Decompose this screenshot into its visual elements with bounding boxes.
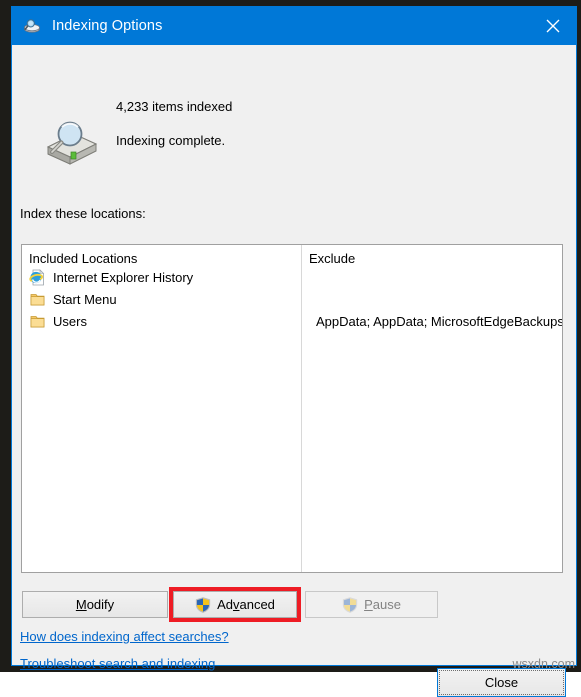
list-item[interactable]: Internet Explorer History (22, 266, 301, 288)
close-button-label: Close (439, 670, 564, 695)
pause-accel-key: P (364, 597, 373, 612)
exclude-cell-empty (302, 266, 562, 288)
uac-shield-icon (342, 596, 358, 613)
close-icon[interactable] (530, 7, 576, 45)
list-item[interactable]: Users (22, 310, 301, 332)
advanced-label-before: Ad (217, 597, 233, 612)
exclude-cell-empty (302, 288, 562, 310)
exclude-column: Exclude AppData; AppData; MicrosoftEdgeB… (302, 245, 562, 572)
dialog-body: 4,233 items indexed Indexing complete. I… (12, 45, 576, 697)
list-item-label: Start Menu (53, 291, 117, 307)
watermark: wsxdn.com (512, 657, 575, 671)
status-section: 4,233 items indexed Indexing complete. (12, 45, 576, 165)
advanced-button[interactable]: Ad v anced (173, 591, 297, 618)
list-item[interactable]: Start Menu (22, 288, 301, 310)
list-item-label: Users (53, 313, 87, 329)
pause-button-label: Pause (342, 596, 401, 613)
column-header-included: Included Locations (29, 251, 138, 266)
advanced-button-label: Ad v anced (195, 596, 275, 613)
modify-button[interactable]: Modify (22, 591, 168, 618)
items-indexed-text: 4,233 items indexed (116, 99, 233, 114)
folder-icon (29, 313, 46, 330)
list-item-label: Internet Explorer History (53, 269, 194, 285)
modify-button-label: Modify (76, 597, 114, 612)
column-header-exclude: Exclude (309, 251, 356, 266)
uac-shield-icon (195, 596, 211, 613)
title-bar: Indexing Options (12, 7, 576, 45)
how-does-indexing-affect-searches-link[interactable]: How does indexing affect searches? (20, 629, 229, 644)
pause-label-after: ause (372, 597, 401, 612)
indexing-state-text: Indexing complete. (116, 133, 226, 148)
exclude-value: AppData; AppData; MicrosoftEdgeBackups (316, 313, 563, 329)
modify-label-after: odify (86, 597, 115, 612)
window-title: Indexing Options (52, 18, 163, 34)
hard-drive-search-icon (40, 117, 102, 169)
internet-explorer-icon (29, 268, 46, 286)
close-button[interactable]: Close (437, 668, 566, 697)
locations-listbox[interactable]: Included Locations Internet Explorer His… (21, 244, 563, 573)
pause-button: Pause (305, 591, 438, 618)
modify-accel-key: M (75, 597, 87, 612)
exclude-cell: AppData; AppData; MicrosoftEdgeBackups (302, 310, 562, 332)
troubleshoot-search-and-indexing-link[interactable]: Troubleshoot search and indexing (20, 656, 215, 671)
folder-icon (29, 291, 46, 308)
indexing-options-dialog: Indexing Options 4,233 items indexed Ind… (11, 6, 577, 697)
indexing-options-icon (23, 17, 41, 35)
advanced-label-after: anced (239, 597, 275, 612)
included-locations-column: Included Locations Internet Explorer His… (22, 245, 301, 572)
index-locations-label: Index these locations: (20, 206, 146, 221)
